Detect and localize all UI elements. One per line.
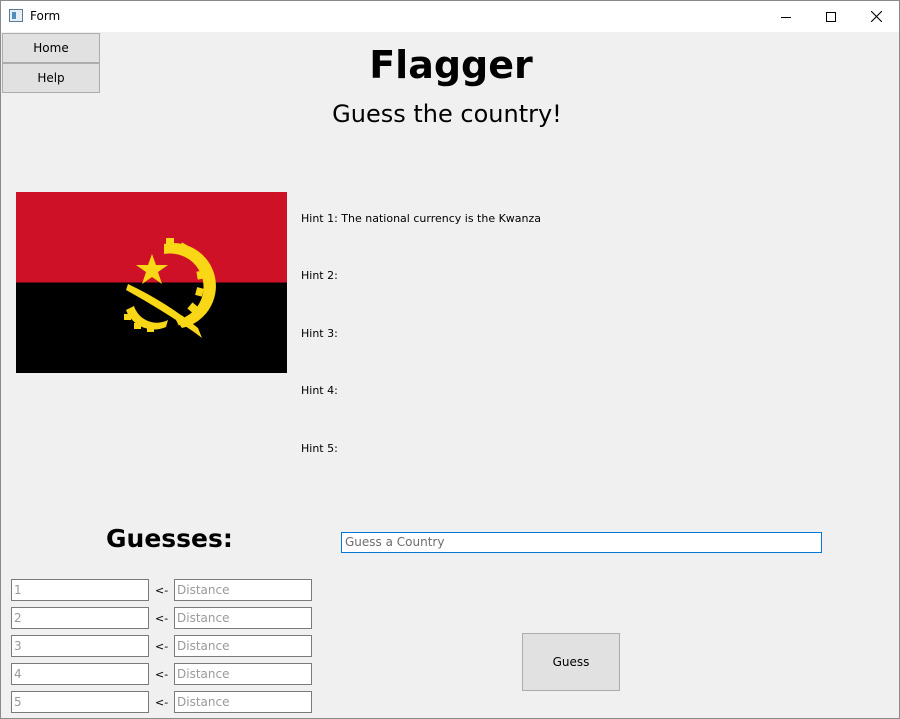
guess-5-field[interactable]: 5 <box>11 691 149 713</box>
distance-3-field[interactable]: Distance <box>174 635 312 657</box>
guess-3-field[interactable]: 3 <box>11 635 149 657</box>
close-button[interactable] <box>853 1 899 32</box>
hint-4: Hint 4: <box>301 384 338 397</box>
distance-5-field[interactable]: Distance <box>174 691 312 713</box>
guesses-heading: Guesses: <box>106 524 233 553</box>
app-subtitle: Guess the country! <box>332 100 562 128</box>
guess-1-field[interactable]: 1 <box>11 579 149 601</box>
distance-1-field[interactable]: Distance <box>174 579 312 601</box>
arrow-label: <- <box>155 640 169 653</box>
guess-button[interactable]: Guess <box>522 633 620 691</box>
flag-image <box>16 192 287 373</box>
hint-2: Hint 2: <box>301 269 338 282</box>
distance-2-field[interactable]: Distance <box>174 607 312 629</box>
app-window-icon <box>9 9 23 22</box>
close-icon <box>870 11 882 22</box>
guess-2-field[interactable]: 2 <box>11 607 149 629</box>
maximize-icon <box>826 11 836 22</box>
arrow-label: <- <box>155 612 169 625</box>
minimize-button[interactable] <box>763 1 809 32</box>
hint-5: Hint 5: <box>301 442 338 455</box>
guess-country-input[interactable]: Guess a Country <box>341 532 822 553</box>
arrow-label: <- <box>155 584 169 597</box>
hint-3: Hint 3: <box>301 327 338 340</box>
distance-4-field[interactable]: Distance <box>174 663 312 685</box>
maximize-button[interactable] <box>808 1 854 32</box>
hint-1: Hint 1: The national currency is the Kwa… <box>301 212 542 225</box>
minimize-icon <box>781 16 791 18</box>
window-title: Form <box>30 9 61 23</box>
app-title: Flagger <box>369 43 533 87</box>
arrow-label: <- <box>155 696 169 709</box>
arrow-label: <- <box>155 668 169 681</box>
guess-4-field[interactable]: 4 <box>11 663 149 685</box>
title-bar[interactable]: Form <box>1 1 899 32</box>
form-window: Form Home Help Flagger Guess the country… <box>0 0 900 719</box>
